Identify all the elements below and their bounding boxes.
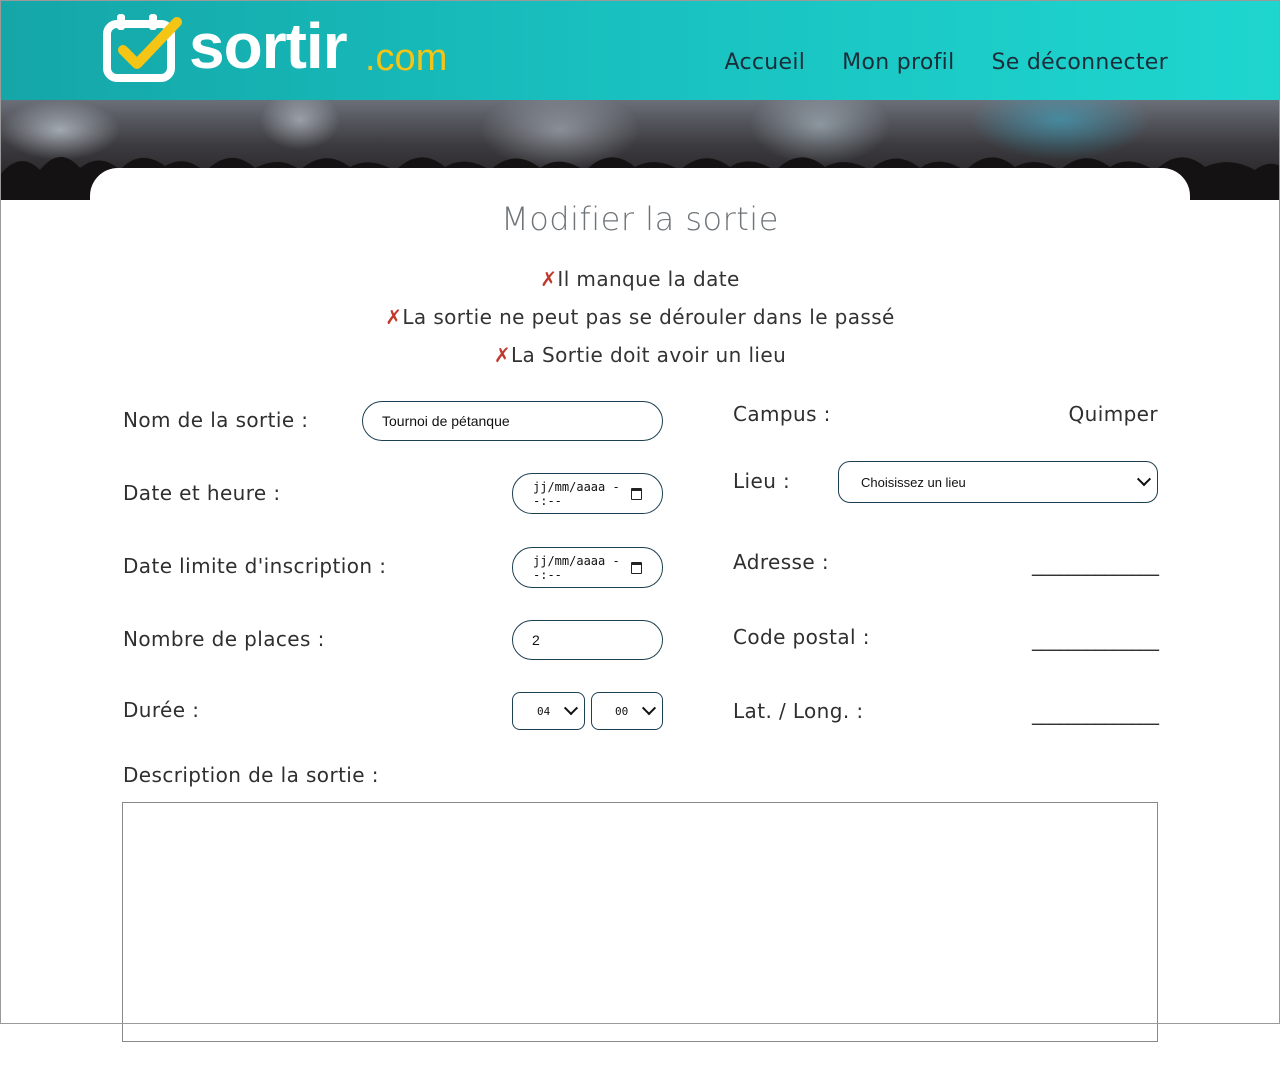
date-input[interactable]: jj/mm/aaaa --:--	[512, 473, 663, 514]
main-nav: Accueil Mon profil Se déconnecter	[725, 50, 1169, 75]
latlong-value: ______________	[1032, 701, 1159, 725]
chevron-down-icon	[641, 701, 657, 716]
duree-label: Durée :	[123, 698, 200, 722]
logo-wordmark: sortir	[189, 10, 348, 82]
description-label: Description de la sortie :	[123, 763, 379, 787]
chevron-down-icon	[1136, 472, 1152, 487]
error-x-icon: ✗	[493, 343, 512, 367]
lieu-select[interactable]: Choisissez un lieu	[838, 461, 1158, 503]
calendar-icon[interactable]	[631, 487, 642, 500]
nav-accueil[interactable]: Accueil	[725, 50, 806, 75]
duree-minutes-select[interactable]: 00	[591, 692, 663, 730]
error-list: ✗Il manque la date ✗La sortie ne peut pa…	[0, 264, 1280, 378]
nav-se-deconnecter[interactable]: Se déconnecter	[992, 50, 1168, 75]
places-label: Nombre de places :	[123, 627, 325, 651]
date-label: Date et heure :	[123, 481, 281, 505]
places-input[interactable]: 2	[512, 620, 663, 660]
site-header: sortir .com Accueil Mon profil Se déconn…	[0, 0, 1280, 100]
site-logo[interactable]: sortir .com	[103, 10, 463, 82]
adresse-label: Adresse :	[733, 550, 829, 574]
latlong-label: Lat. / Long. :	[733, 699, 864, 723]
date-limite-label: Date limite d'inscription :	[123, 554, 387, 578]
error-message: ✗La sortie ne peut pas se dérouler dans …	[385, 305, 895, 329]
error-x-icon: ✗	[385, 305, 403, 329]
page-title: Modifier la sortie	[501, 200, 779, 238]
nom-label: Nom de la sortie :	[123, 408, 309, 432]
calendar-check-icon	[103, 14, 182, 82]
date-limite-input[interactable]: jj/mm/aaaa --:--	[512, 547, 663, 588]
description-textarea[interactable]	[122, 802, 1158, 1042]
chevron-down-icon	[563, 701, 579, 716]
logo-suffix: .com	[365, 37, 448, 79]
error-message: ✗La Sortie doit avoir un lieu	[493, 343, 787, 367]
lieu-label: Lieu :	[733, 469, 791, 493]
duree-hours-select[interactable]: 04	[512, 692, 585, 730]
error-message: ✗Il manque la date	[540, 267, 740, 291]
campus-value: Quimper	[1068, 402, 1158, 426]
nom-input[interactable]: Tournoi de pétanque	[362, 401, 663, 441]
campus-label: Campus :	[733, 402, 831, 426]
code-postal-label: Code postal :	[733, 625, 870, 649]
adresse-value: ______________	[1032, 552, 1159, 576]
nav-mon-profil[interactable]: Mon profil	[842, 50, 954, 75]
calendar-icon[interactable]	[631, 561, 642, 574]
code-postal-value: ______________	[1032, 627, 1159, 651]
error-x-icon: ✗	[540, 267, 558, 291]
